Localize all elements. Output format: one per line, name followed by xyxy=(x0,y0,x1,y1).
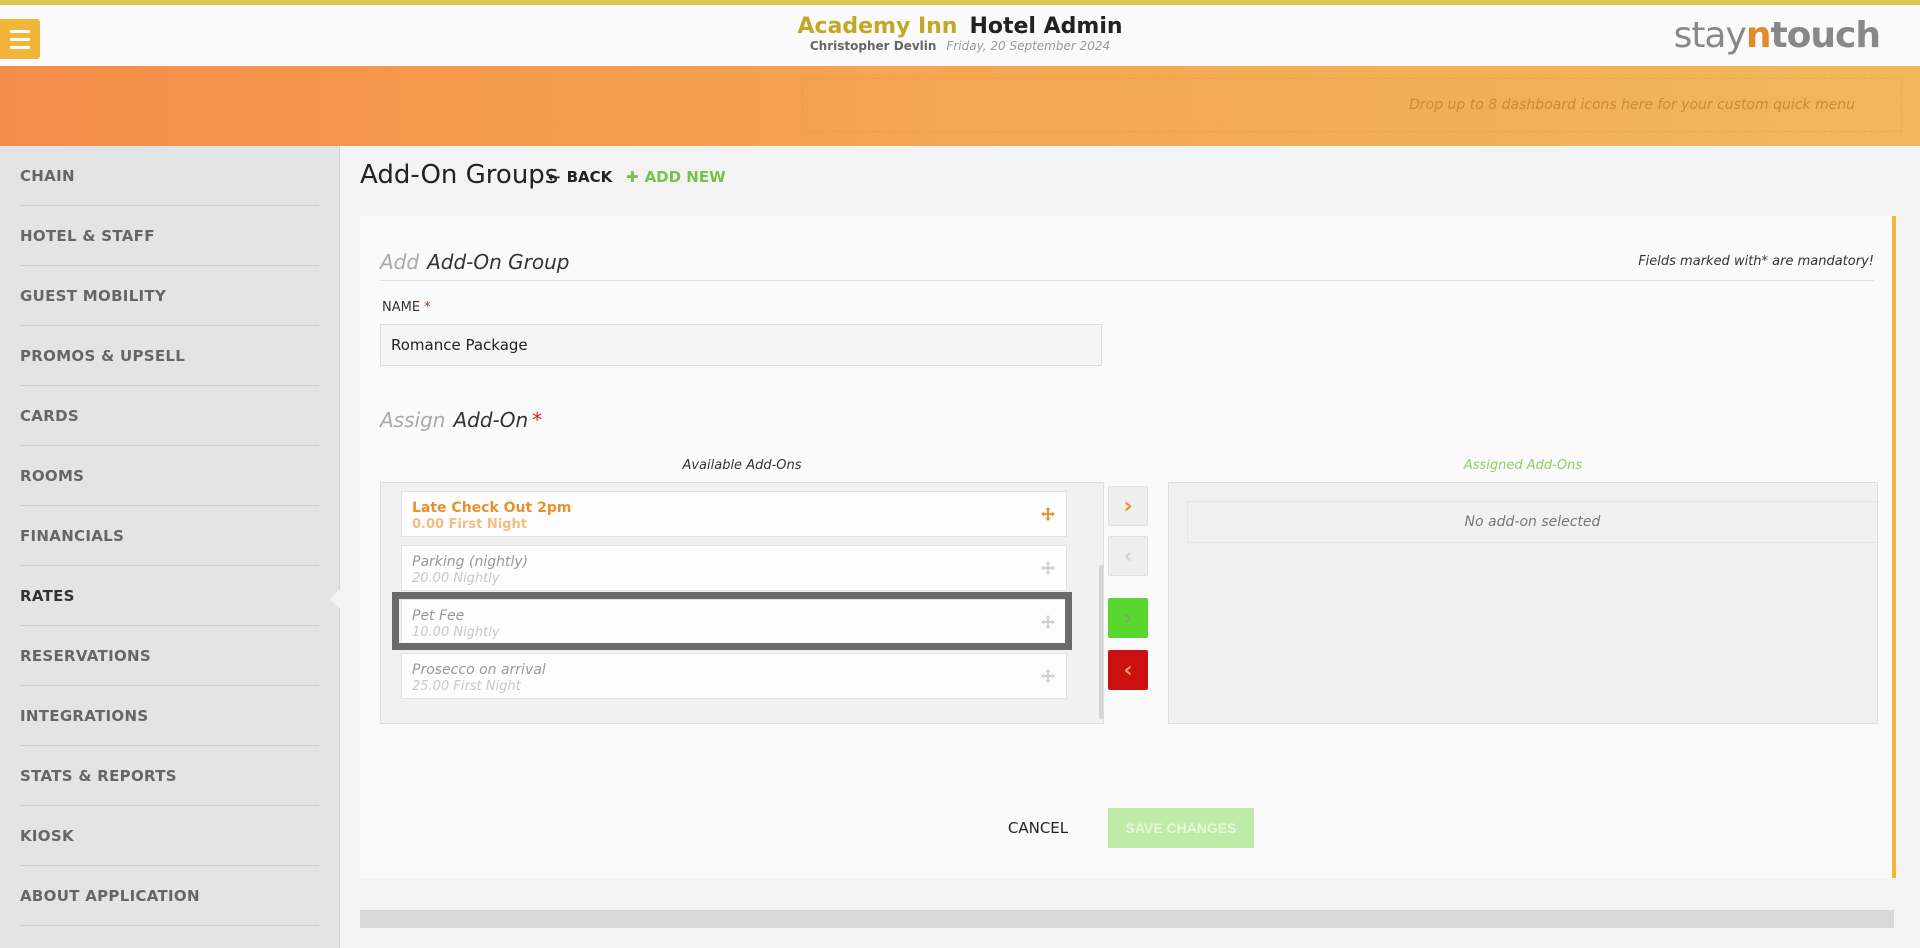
sidebar-item-reservations[interactable]: RESERVATIONS xyxy=(20,626,319,686)
sidebar-item-stats-reports[interactable]: STATS & REPORTS xyxy=(20,746,319,806)
user-name: Christopher Devlin xyxy=(809,39,937,53)
active-item-pointer xyxy=(330,589,340,609)
mandatory-note: Fields marked with* are mandatory! xyxy=(1638,254,1874,269)
move-icon[interactable] xyxy=(1040,614,1056,630)
divider xyxy=(380,280,1874,281)
sidebar-item-guest-mobility[interactable]: GUEST MOBILITY xyxy=(20,266,319,326)
list-item[interactable]: Late Check Out 2pm 0.00 First Night xyxy=(401,491,1067,537)
current-date: Friday, 20 September 2024 xyxy=(946,39,1111,53)
stayntouch-logo: stayntouch xyxy=(1673,15,1881,56)
hotel-name: Academy Inn xyxy=(797,14,958,39)
chevron-left-icon: ‹ xyxy=(1123,543,1133,569)
sidebar-item-kiosk[interactable]: KIOSK xyxy=(20,806,319,866)
plus-icon: ✚ xyxy=(626,168,639,186)
cancel-button[interactable]: CANCEL xyxy=(1000,810,1076,846)
arrow-left-icon: ← xyxy=(548,168,561,186)
available-addons-title: Available Add-Ons xyxy=(682,458,802,473)
sidebar-item-cards[interactable]: CARDS xyxy=(20,386,319,446)
sidebar-item-financials[interactable]: FINANCIALS xyxy=(20,506,319,566)
name-label: NAME * xyxy=(382,300,431,315)
footer-bar xyxy=(360,910,1894,928)
assign-all-button[interactable]: › xyxy=(1108,598,1148,638)
module-name: Hotel Admin xyxy=(969,14,1123,39)
chevron-right-icon: › xyxy=(1123,493,1133,519)
header-title-block: Academy Inn Hotel Admin Christopher Devli… xyxy=(0,14,1920,53)
add-on-group-form: Add Add-On Group Fields marked with* are … xyxy=(360,216,1896,878)
assigned-addons-title: Assigned Add-Ons xyxy=(1463,458,1583,473)
chevron-left-icon: ‹ xyxy=(1123,657,1133,683)
quick-menu-hint: Drop up to 8 dashboard icons here for yo… xyxy=(1409,97,1855,113)
sidebar-item-chain[interactable]: CHAIN xyxy=(20,146,319,206)
list-item[interactable]: Parking (nightly) 20.00 Nightly xyxy=(401,545,1067,591)
move-icon[interactable] xyxy=(1040,560,1056,576)
unassign-selected-button[interactable]: ‹ xyxy=(1108,536,1148,576)
available-addons-list[interactable]: Late Check Out 2pm 0.00 First Night Park… xyxy=(380,482,1104,724)
empty-state: No add-on selected xyxy=(1187,501,1877,543)
list-scrollbar[interactable] xyxy=(1099,565,1103,719)
save-changes-button[interactable]: SAVE CHANGES xyxy=(1108,808,1254,848)
back-button[interactable]: ← BACK xyxy=(548,168,612,186)
add-new-button[interactable]: ✚ ADD NEW xyxy=(626,168,726,186)
assign-selected-button[interactable]: › xyxy=(1108,486,1148,526)
move-icon[interactable] xyxy=(1040,506,1056,522)
name-input[interactable] xyxy=(380,324,1102,366)
sidebar-item-rooms[interactable]: ROOMS xyxy=(20,446,319,506)
list-item[interactable]: Pet Fee 10.00 Nightly xyxy=(401,599,1067,645)
move-icon[interactable] xyxy=(1040,668,1056,684)
sidebar-item-promos-upsell[interactable]: PROMOS & UPSELL xyxy=(20,326,319,386)
sidebar: CHAIN HOTEL & STAFF GUEST MOBILITY PROMO… xyxy=(0,146,340,948)
sidebar-item-about-application[interactable]: ABOUT APPLICATION xyxy=(20,866,319,926)
sidebar-item-rates[interactable]: RATES xyxy=(20,566,319,626)
page-title: Add-On Groups xyxy=(360,160,559,190)
form-heading: Add Add-On Group xyxy=(380,250,570,274)
chevron-right-icon: › xyxy=(1123,605,1133,631)
assign-heading: Assign Add-On * xyxy=(380,408,543,432)
quick-menu-bar: Drop up to 8 dashboard icons here for yo… xyxy=(0,66,1920,146)
sidebar-item-integrations[interactable]: INTEGRATIONS xyxy=(20,686,319,746)
assigned-addons-list[interactable]: No add-on selected xyxy=(1168,482,1878,724)
sidebar-item-hotel-staff[interactable]: HOTEL & STAFF xyxy=(20,206,319,266)
top-header: Academy Inn Hotel Admin Christopher Devli… xyxy=(0,0,1920,66)
unassign-all-button[interactable]: ‹ xyxy=(1108,650,1148,690)
list-item[interactable]: Prosecco on arrival 25.00 First Night xyxy=(401,653,1067,699)
quick-menu-drop-zone[interactable]: Drop up to 8 dashboard icons here for yo… xyxy=(802,78,1902,132)
